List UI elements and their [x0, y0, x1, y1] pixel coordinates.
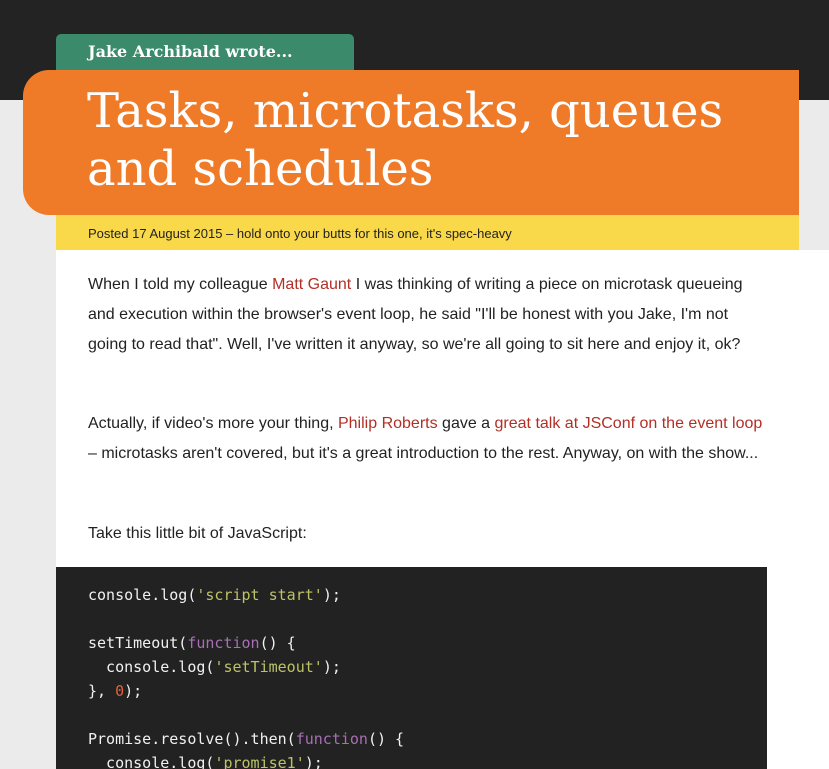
video-paragraph: Actually, if video's more your thing, Ph…: [88, 409, 768, 469]
code-line: Promise.resolve().then(function() {: [88, 727, 404, 751]
code-token: () {: [367, 730, 405, 748]
intro-paragraph: When I told my colleague Matt Gaunt I wa…: [88, 270, 768, 360]
code-token: },: [88, 682, 116, 700]
video-text-1: Actually, if video's more your thing,: [88, 415, 338, 432]
code-token: );: [322, 586, 341, 604]
code-token: );: [304, 754, 323, 769]
code-token: console.log(: [88, 586, 197, 604]
code-number: 0: [115, 682, 125, 700]
intro-text-1: When I told my colleague: [88, 276, 273, 293]
code-keyword: function: [295, 730, 368, 748]
post-meta-text: Posted 17 August 2015 – hold onto your b…: [88, 226, 512, 241]
post-meta-bar: Posted 17 August 2015 – hold onto your b…: [56, 215, 799, 250]
matt-gaunt-link[interactable]: Matt Gaunt: [272, 276, 351, 293]
code-token: setTimeout(: [88, 634, 188, 652]
code-token: () {: [259, 634, 296, 652]
code-token: );: [322, 658, 341, 676]
philip-roberts-link[interactable]: Philip Roberts: [338, 415, 438, 432]
title-banner: Tasks, microtasks, queues and schedules: [23, 70, 799, 215]
code-line: setTimeout(function() {: [88, 631, 296, 655]
author-tab[interactable]: Jake Archibald wrote...: [56, 34, 354, 72]
code-string: 'promise1': [214, 754, 305, 769]
code-line: console.log('script start');: [88, 583, 341, 607]
jsconf-talk-link[interactable]: great talk at JSConf on the event loop: [495, 415, 763, 432]
video-text-3: – microtasks aren't covered, but it's a …: [88, 445, 759, 462]
code-keyword: function: [187, 634, 260, 652]
code-block: console.log('script start'); setTimeout(…: [56, 567, 767, 769]
code-token: );: [124, 682, 143, 700]
code-string: 'script start': [196, 586, 323, 604]
code-token: Promise.resolve().then(: [88, 730, 296, 748]
code-line: }, 0);: [88, 679, 142, 703]
page-title: Tasks, microtasks, queues and schedules: [87, 83, 724, 197]
code-line: console.log('promise1');: [88, 751, 323, 769]
code-intro-paragraph: Take this little bit of JavaScript:: [88, 525, 307, 542]
code-token: console.log(: [88, 658, 215, 676]
code-string: 'setTimeout': [214, 658, 323, 676]
author-tab-label: Jake Archibald wrote...: [88, 42, 293, 61]
code-line: console.log('setTimeout');: [88, 655, 341, 679]
video-text-2: gave a: [437, 415, 495, 432]
code-token: console.log(: [88, 754, 215, 769]
